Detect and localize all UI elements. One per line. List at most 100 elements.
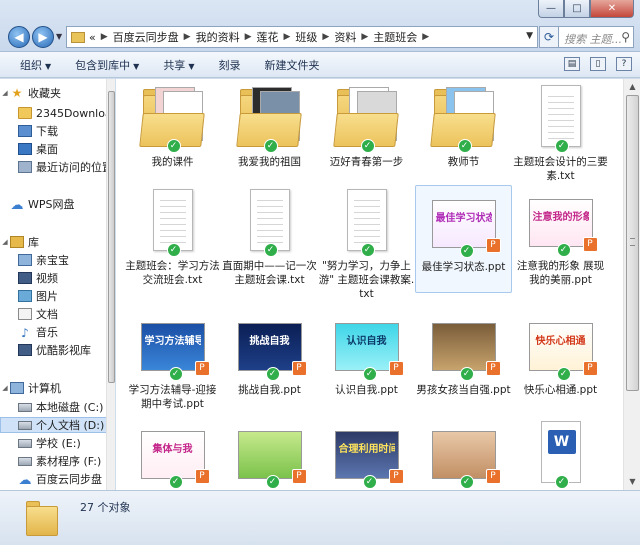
file-item[interactable]: ✓ 我爱我的祖国 [221, 81, 318, 189]
sidebar-item-computer[interactable]: ◢ 计算机 [0, 380, 114, 396]
document-icon [18, 308, 32, 320]
sidebar-item-baidu-sync[interactable]: ☁ 百度云同步盘 [0, 471, 114, 487]
sidebar-item-wps-cloud[interactable]: ☁ WPS网盘 [0, 196, 114, 212]
minimize-button[interactable]: — [538, 0, 564, 18]
file-name: 快乐心相通.ppt [523, 384, 598, 396]
file-item[interactable]: P✓成长,自省,进步, [415, 417, 512, 490]
file-item[interactable]: ✓ 我的课件 [124, 81, 221, 189]
new-folder-button[interactable]: 新建文件夹 [260, 57, 323, 73]
file-item[interactable]: P ✓ 男孩女孩当自强.ppt [415, 309, 512, 417]
recent-pages-dropdown[interactable]: ▼ [56, 32, 62, 41]
sidebar-item-youku-library[interactable]: 优酷影视库 [0, 342, 114, 358]
refresh-button[interactable]: ⟳ [539, 26, 559, 48]
sidebar-item-favorites[interactable]: ◢ ★ 收藏夹 [0, 85, 114, 101]
view-options-icon[interactable]: ▤ [564, 57, 580, 71]
file-name: 学习方法辅导-迎接期中考试.ppt [128, 384, 217, 410]
back-button[interactable]: ◀ [8, 26, 30, 48]
help-icon[interactable]: ? [616, 57, 632, 71]
slide-title: 认识自我 [346, 336, 387, 347]
breadcrumb-overflow[interactable]: « [89, 31, 96, 44]
sync-check-icon: ✓ [263, 243, 278, 257]
slide-title: 合理利用时间 [338, 444, 395, 455]
sidebar-item-desktop[interactable]: 桌面 [0, 141, 114, 157]
file-item[interactable]: ✓ "努力学习，力争上游" 主题班会课教案.txt [318, 185, 415, 300]
title-bar: — □ ✕ ◀ ▶ ▼ « ▶ 百度云同步盘 ▶ 我的资料 ▶ 莲花 ▶ 班级 … [0, 0, 640, 52]
main-scrollbar[interactable]: ▲ ▼ [623, 79, 640, 490]
file-item[interactable]: 学习方法辅导 P ✓ 学习方法辅导-迎接期中考试.ppt [124, 309, 221, 417]
ppt-thumbnail: 合理利用时间 P ✓ [331, 419, 404, 489]
sync-check-icon: ✓ [554, 475, 569, 489]
address-dropdown-icon[interactable]: ▼ [526, 31, 533, 41]
sync-check-icon: ✓ [556, 367, 571, 381]
include-library-button[interactable]: 包含到库中 ▼ [71, 57, 143, 73]
sidebar-item-music[interactable]: ♪ 音乐 [0, 324, 114, 340]
file-item[interactable]: ✓ 迈好青春第一步 [318, 81, 415, 189]
breadcrumb-item[interactable]: 莲花 [257, 29, 279, 45]
breadcrumb-item[interactable]: 主题班会 [373, 29, 417, 45]
breadcrumb-item[interactable]: 班级 [295, 29, 317, 45]
sidebar-scrollbar-thumb[interactable] [108, 91, 115, 383]
maximize-button[interactable]: □ [564, 0, 590, 18]
chevron-down-icon: ▼ [45, 61, 52, 71]
sidebar-item-drive-f[interactable]: 素材程序 (F:) [0, 453, 114, 469]
search-icon[interactable]: ⚲ [621, 30, 630, 44]
sidebar-item-drive-e[interactable]: 学校 (E:) [0, 435, 114, 451]
music-note-icon: ♪ [21, 326, 29, 340]
breadcrumb-item[interactable]: 资料 [334, 29, 356, 45]
text-file-icon: ✓ [137, 187, 209, 257]
sidebar-item-downloads[interactable]: 下载 [0, 123, 114, 139]
file-item[interactable]: ✓ 主题班会设计的三要素.txt [512, 81, 609, 189]
file-item[interactable]: 注意我的形象 P ✓ 注意我的形象 展现我的美丽.ppt [512, 185, 609, 293]
file-item[interactable]: 认识自我 P ✓ 认识自我.ppt [318, 309, 415, 417]
sidebar-item-documents[interactable]: 文档 [0, 306, 114, 322]
file-item[interactable]: P✓合作 科学 乐观. [221, 417, 318, 490]
slide-title: 集体与我 [152, 444, 193, 455]
organize-button[interactable]: 组织 ▼ [16, 57, 55, 73]
forward-button[interactable]: ▶ [32, 26, 54, 48]
file-item[interactable]: W✓主题班会.doc [512, 417, 609, 490]
preview-pane-icon[interactable]: ▯ [590, 57, 606, 71]
main-scrollbar-thumb[interactable] [626, 95, 639, 391]
file-name: 认识自我.ppt [335, 384, 398, 396]
sidebar-scrollbar[interactable] [106, 79, 115, 490]
folder-icon [18, 107, 32, 119]
ppt-badge-icon: P [194, 361, 210, 376]
file-item[interactable]: 最佳学习状态 P ✓ 最佳学习状态.ppt [415, 185, 512, 293]
search-input[interactable]: 搜索 主题... ⚲ [558, 26, 634, 48]
sidebar-item-videos[interactable]: 视频 [0, 270, 114, 286]
text-file-icon: ✓ [525, 83, 597, 153]
sidebar-item-pictures[interactable]: 图片 [0, 288, 114, 304]
file-item[interactable]: 集体与我P✓集体与我.ppt [124, 417, 221, 490]
share-button[interactable]: 共享 ▼ [159, 57, 198, 73]
sidebar-item-drive-c[interactable]: 本地磁盘 (C:) [0, 399, 114, 415]
forward-arrow-icon: ▶ [38, 30, 48, 44]
file-item[interactable]: ✓ 教师节 [415, 81, 512, 189]
sidebar-item-libraries[interactable]: ◢ 库 [0, 234, 114, 250]
burn-button[interactable]: 刻录 [214, 57, 244, 73]
sidebar-item-qinbaobao[interactable]: 亲宝宝 [0, 252, 114, 268]
file-item[interactable]: 快乐心相通 P ✓ 快乐心相通.ppt [512, 309, 609, 417]
scroll-down-icon[interactable]: ▼ [626, 475, 639, 489]
file-name: 挑战自我.ppt [238, 384, 301, 396]
file-item[interactable]: 合理利用时间P✓合理利用时间 制 [318, 417, 415, 490]
sidebar-item-2345downloads[interactable]: 2345Downloa [0, 105, 114, 121]
breadcrumb-item[interactable]: 百度云同步盘 [113, 29, 179, 45]
sync-check-icon: ✓ [362, 367, 377, 381]
ppt-thumbnail: P ✓ [428, 419, 501, 489]
library-folder-icon [18, 254, 32, 266]
breadcrumb-item[interactable]: 我的资料 [196, 29, 240, 45]
file-item[interactable]: 挑战自我 P ✓ 挑战自我.ppt [221, 309, 318, 417]
file-item[interactable]: ✓ 主题班会：学习方法交流班会.txt [124, 185, 221, 293]
sync-check-icon: ✓ [556, 243, 571, 257]
ppt-badge-icon: P [388, 469, 404, 484]
scroll-up-icon[interactable]: ▲ [626, 80, 639, 94]
file-item[interactable]: ✓ 直面期中——记一次主题班会课.txt [221, 185, 318, 293]
file-name: 直面期中——记一次主题班会课.txt [222, 260, 317, 286]
folder-icon: ✓ [331, 83, 403, 153]
address-bar[interactable]: « ▶ 百度云同步盘 ▶ 我的资料 ▶ 莲花 ▶ 班级 ▶ 资料 ▶ 主题班会 … [66, 26, 538, 48]
sync-check-icon: ✓ [360, 139, 375, 153]
hard-drive-icon [18, 438, 32, 448]
sidebar-item-recent-places[interactable]: 最近访问的位置 [0, 159, 114, 175]
close-button[interactable]: ✕ [590, 0, 634, 18]
sidebar-item-drive-d[interactable]: 个人文档 (D:) [0, 417, 114, 433]
